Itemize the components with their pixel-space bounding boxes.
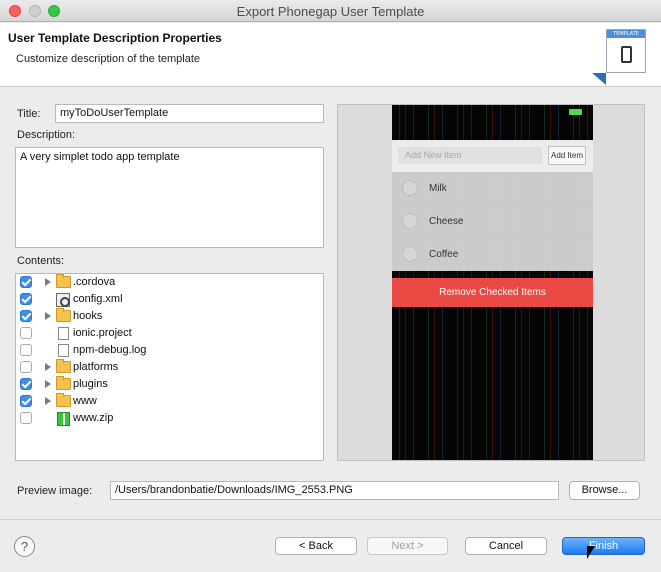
cancel-button[interactable]: Cancel xyxy=(465,537,547,555)
file-icon xyxy=(58,344,69,357)
zip-file-icon xyxy=(57,412,70,426)
checkbox[interactable] xyxy=(20,344,32,356)
banner-label: TEMPLATE xyxy=(607,30,645,38)
title-label: Title: xyxy=(17,108,41,120)
checkbox[interactable] xyxy=(20,412,32,424)
list-item-label: Milk xyxy=(429,183,447,194)
tree-row-www[interactable]: www xyxy=(16,393,323,410)
expand-arrow-icon[interactable] xyxy=(45,363,51,371)
description-field[interactable]: A very simplet todo app template xyxy=(15,147,324,248)
expand-arrow-icon[interactable] xyxy=(45,380,51,388)
battery-icon xyxy=(569,109,582,115)
folder-icon xyxy=(56,376,71,390)
tree-item-label: .cordova xyxy=(73,276,116,288)
tree-item-label: config.xml xyxy=(73,293,123,305)
list-item: Cheese xyxy=(392,205,593,238)
tree-row-plugins[interactable]: plugins xyxy=(16,376,323,393)
preview-list: Milk Cheese Coffee xyxy=(392,172,593,271)
preview-add-input: Add New Item xyxy=(398,147,542,164)
browse-button[interactable]: Browse... xyxy=(569,481,640,500)
preview-add-button: Add Item xyxy=(548,146,586,165)
tree-item-label: hooks xyxy=(73,310,103,322)
window-title: Export Phonegap User Template xyxy=(236,4,425,19)
tree-row-cordova[interactable]: .cordova xyxy=(16,274,323,291)
folder-icon xyxy=(56,308,71,322)
title-field[interactable]: myToDoUserTemplate xyxy=(55,104,324,123)
folder-icon xyxy=(56,393,71,407)
finish-button[interactable]: Finish xyxy=(562,537,645,555)
contents-label: Contents: xyxy=(17,255,65,267)
mouse-pointer-icon xyxy=(587,546,595,559)
back-button[interactable]: < Back xyxy=(275,537,357,555)
next-button[interactable]: Next > xyxy=(367,537,448,555)
tree-row-www-zip[interactable]: www.zip xyxy=(16,410,323,427)
tree-row-npm-debug-log[interactable]: npm-debug.log xyxy=(16,342,323,359)
expand-arrow-icon[interactable] xyxy=(45,397,51,405)
tree-item-label: www.zip xyxy=(73,412,114,424)
checkbox[interactable] xyxy=(20,276,32,288)
file-icon xyxy=(58,327,69,340)
expand-arrow-icon[interactable] xyxy=(45,278,51,286)
banner-corner-icon xyxy=(592,73,606,85)
tree-item-label: plugins xyxy=(73,378,108,390)
preview-image-label: Preview image: xyxy=(17,485,93,497)
checkbox[interactable] xyxy=(20,361,32,373)
contents-tree[interactable]: .cordova config.xml hooks ionic.project … xyxy=(15,273,324,461)
list-item-label: Coffee xyxy=(429,249,459,260)
preview-image-path-field[interactable]: /Users/brandonbatie/Downloads/IMG_2553.P… xyxy=(110,481,559,500)
xml-file-icon xyxy=(56,293,70,307)
folder-icon xyxy=(56,274,71,288)
checkbox[interactable] xyxy=(20,395,32,407)
list-item: Coffee xyxy=(392,238,593,271)
unchecked-circle-icon xyxy=(402,246,418,262)
tree-item-label: npm-debug.log xyxy=(73,344,147,356)
checkbox[interactable] xyxy=(20,378,32,390)
page-title: User Template Description Properties xyxy=(8,31,222,45)
template-banner-icon: TEMPLATE xyxy=(606,29,646,73)
list-item: Milk xyxy=(392,172,593,205)
preview-remove-button: Remove Checked Items xyxy=(392,278,593,307)
page-subtitle: Customize description of the template xyxy=(16,53,201,65)
wizard-header: User Template Description Properties Cus… xyxy=(0,23,661,87)
tree-row-platforms[interactable]: platforms xyxy=(16,359,323,376)
checkbox[interactable] xyxy=(20,310,32,322)
list-item-label: Cheese xyxy=(429,216,464,227)
checkbox[interactable] xyxy=(20,327,32,339)
tree-item-label: ionic.project xyxy=(73,327,132,339)
unchecked-circle-icon xyxy=(402,180,418,196)
window-titlebar: Export Phonegap User Template xyxy=(0,0,661,22)
tree-row-ionic-project[interactable]: ionic.project xyxy=(16,325,323,342)
checkbox[interactable] xyxy=(20,293,32,305)
preview-image: Add New Item Add Item Milk Cheese Coffee… xyxy=(392,105,593,460)
help-icon[interactable]: ? xyxy=(14,536,35,557)
expand-arrow-icon[interactable] xyxy=(45,312,51,320)
preview-toolbar: Add New Item Add Item xyxy=(392,140,593,172)
phone-icon xyxy=(621,46,632,63)
tree-row-hooks[interactable]: hooks xyxy=(16,308,323,325)
description-label: Description: xyxy=(17,129,76,141)
folder-icon xyxy=(56,359,71,373)
tree-item-label: www xyxy=(73,395,97,407)
unchecked-circle-icon xyxy=(402,213,418,229)
tree-item-label: platforms xyxy=(73,361,119,373)
tree-row-config-xml[interactable]: config.xml xyxy=(16,291,323,308)
footer-divider xyxy=(0,519,661,520)
